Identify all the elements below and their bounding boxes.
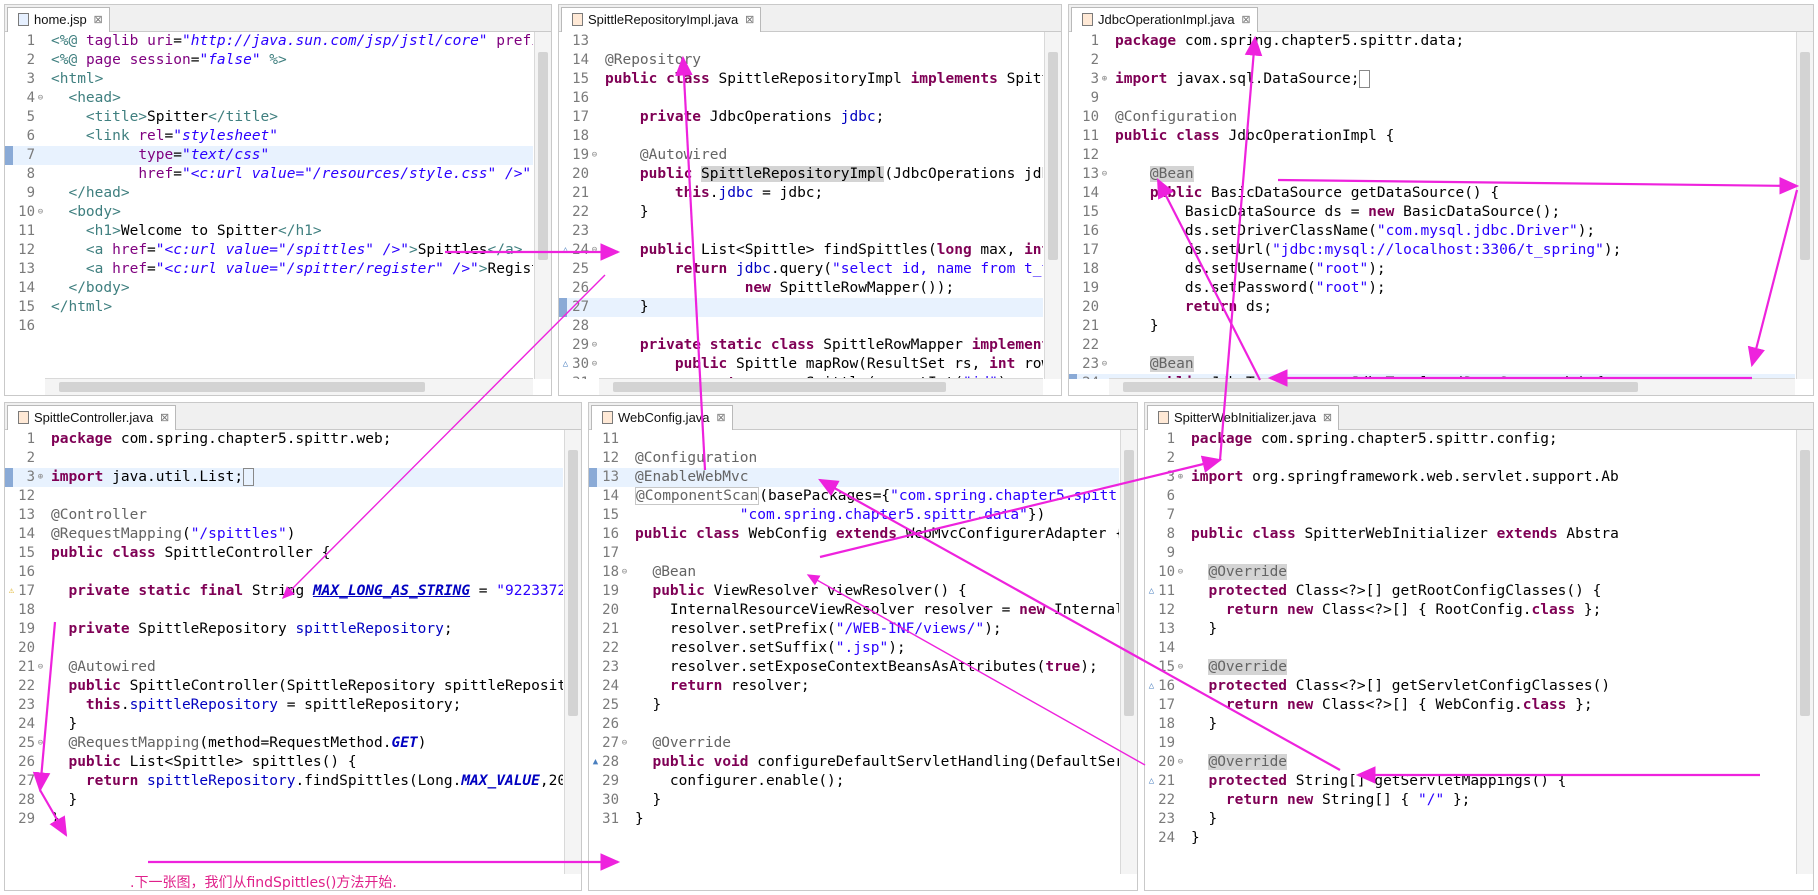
arrow-componentscan [806,574,1146,766]
arrow-to-spittles-method [39,789,68,837]
arrow-web-config-to-jdbc [819,455,1223,559]
arrow-controller-class-down [32,621,57,793]
arrow-template-to-constructor [1157,178,1261,381]
arrow-jdbc-bean-right [1277,176,1800,195]
arrow-jdbc-up [1218,35,1263,461]
annotation-arrows-overlay [32,35,1800,871]
arrow-to-controller-mapping [282,274,606,599]
arrow-findspittles-up [675,55,707,471]
arrow-jdbc-down [1747,189,1799,368]
